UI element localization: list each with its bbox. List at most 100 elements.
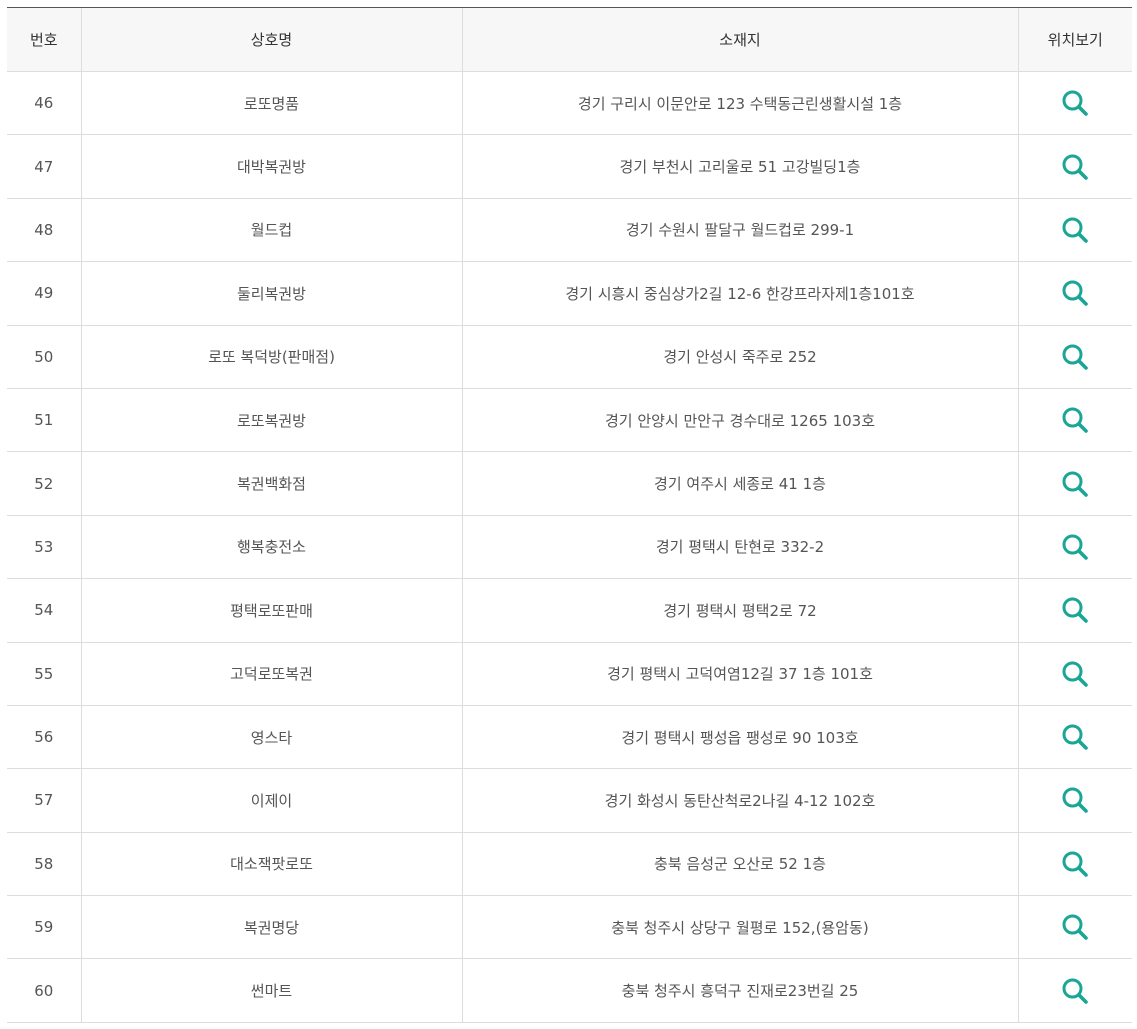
row-number: 58: [7, 832, 81, 897]
table-row: 48 월드컵 경기 수원시 팔달구 월드컵로 299-1: [7, 198, 1132, 263]
search-icon: [1062, 914, 1089, 941]
row-address: 경기 안성시 죽주로 252: [461, 325, 1018, 389]
location-view-button[interactable]: [1061, 216, 1089, 244]
row-store-name: 이제이: [80, 768, 462, 833]
row-store-name: 월드컵: [80, 198, 462, 263]
row-address: 경기 부천시 고리울로 51 고강빌딩1층: [461, 134, 1018, 199]
location-view-button[interactable]: [1061, 786, 1089, 814]
row-location-cell: [1017, 388, 1132, 453]
store-table: 번호 상호명 소재지 위치보기 46 로또명품 경기 구리시 이문안로 123 …: [7, 7, 1132, 1023]
table-row: 60 썬마트 충북 청주시 흥덕구 진재로23번길 25: [7, 958, 1132, 1023]
row-store-name: 영스타: [80, 705, 462, 770]
row-store-name: 썬마트: [80, 958, 462, 1023]
table-row: 54 평택로또판매 경기 평택시 평택2로 72: [7, 578, 1132, 643]
header-number: 번호: [7, 7, 81, 72]
table-row: 52 복권백화점 경기 여주시 세종로 41 1층: [7, 451, 1132, 516]
header-location-view: 위치보기: [1017, 7, 1132, 72]
row-store-name: 대박복권방: [80, 134, 462, 199]
row-address: 경기 구리시 이문안로 123 수택동근린생활시설 1층: [461, 71, 1018, 136]
location-view-button[interactable]: [1061, 977, 1089, 1005]
location-view-button[interactable]: [1061, 406, 1089, 434]
location-view-button[interactable]: [1061, 470, 1089, 498]
row-location-cell: [1017, 134, 1132, 199]
location-view-button[interactable]: [1061, 850, 1089, 878]
row-address: 경기 시흥시 중심상가2길 12-6 한강프라자제1층101호: [461, 261, 1018, 326]
location-view-button[interactable]: [1061, 913, 1089, 941]
search-icon: [1062, 217, 1089, 243]
row-store-name: 고덕로또복권: [80, 642, 462, 706]
search-icon: [1062, 154, 1089, 180]
row-location-cell: [1017, 768, 1132, 833]
location-view-button[interactable]: [1061, 596, 1089, 624]
table-row: 49 둘리복권방 경기 시흥시 중심상가2길 12-6 한강프라자제1층101호: [7, 261, 1132, 326]
row-number: 53: [7, 515, 81, 580]
location-view-button[interactable]: [1061, 343, 1089, 371]
row-number: 49: [7, 261, 81, 326]
table-row: 55 고덕로또복권 경기 평택시 고덕여염12길 37 1층 101호: [7, 642, 1132, 706]
search-icon: [1062, 534, 1089, 560]
row-number: 51: [7, 388, 81, 453]
search-icon: [1062, 851, 1089, 877]
search-icon: [1062, 661, 1089, 687]
row-location-cell: [1017, 261, 1132, 326]
row-address: 충북 청주시 흥덕구 진재로23번길 25: [461, 958, 1018, 1023]
table-row: 53 행복충전소 경기 평택시 탄현로 332-2: [7, 515, 1132, 580]
header-row: 번호 상호명 소재지 위치보기: [7, 7, 1132, 72]
row-store-name: 로또 복덕방(판매점): [80, 325, 462, 389]
row-location-cell: [1017, 451, 1132, 516]
row-number: 57: [7, 768, 81, 833]
row-address: 충북 청주시 상당구 월평로 152,(용암동): [461, 895, 1018, 960]
search-icon: [1062, 597, 1089, 624]
row-store-name: 복권명당: [80, 895, 462, 960]
table-row: 47 대박복권방 경기 부천시 고리울로 51 고강빌딩1층: [7, 134, 1132, 199]
header-address: 소재지: [461, 7, 1018, 72]
row-number: 54: [7, 578, 81, 643]
table-row: 50 로또 복덕방(판매점) 경기 안성시 죽주로 252: [7, 325, 1132, 389]
row-location-cell: [1017, 642, 1132, 706]
row-location-cell: [1017, 515, 1132, 580]
row-number: 56: [7, 705, 81, 770]
table-row: 58 대소잭팟로또 충북 음성군 오산로 52 1층: [7, 832, 1132, 897]
row-store-name: 둘리복권방: [80, 261, 462, 326]
row-number: 46: [7, 71, 81, 136]
table-row: 56 영스타 경기 평택시 팽성읍 팽성로 90 103호: [7, 705, 1132, 770]
row-location-cell: [1017, 578, 1132, 643]
search-icon: [1062, 90, 1089, 116]
location-view-button[interactable]: [1061, 660, 1089, 688]
row-number: 52: [7, 451, 81, 516]
location-view-button[interactable]: [1061, 153, 1089, 181]
location-view-button[interactable]: [1061, 279, 1089, 307]
row-store-name: 대소잭팟로또: [80, 832, 462, 897]
search-icon: [1062, 978, 1089, 1004]
row-store-name: 행복충전소: [80, 515, 462, 580]
row-store-name: 로또명품: [80, 71, 462, 136]
row-address: 경기 평택시 평택2로 72: [461, 578, 1018, 643]
table-row: 46 로또명품 경기 구리시 이문안로 123 수택동근린생활시설 1층: [7, 71, 1132, 136]
row-store-name: 평택로또판매: [80, 578, 462, 643]
table-row: 59 복권명당 충북 청주시 상당구 월평로 152,(용암동): [7, 895, 1132, 960]
row-number: 50: [7, 325, 81, 389]
row-location-cell: [1017, 705, 1132, 770]
search-icon: [1062, 724, 1089, 750]
row-number: 48: [7, 198, 81, 263]
row-number: 55: [7, 642, 81, 706]
row-number: 47: [7, 134, 81, 199]
row-store-name: 로또복권방: [80, 388, 462, 453]
row-address: 충북 음성군 오산로 52 1층: [461, 832, 1018, 897]
row-location-cell: [1017, 832, 1132, 897]
search-icon: [1062, 280, 1089, 307]
row-location-cell: [1017, 895, 1132, 960]
row-address: 경기 평택시 탄현로 332-2: [461, 515, 1018, 580]
table-row: 51 로또복권방 경기 안양시 만안구 경수대로 1265 103호: [7, 388, 1132, 453]
location-view-button[interactable]: [1061, 89, 1089, 117]
location-view-button[interactable]: [1061, 723, 1089, 751]
search-icon: [1062, 471, 1089, 497]
row-location-cell: [1017, 198, 1132, 263]
row-address: 경기 평택시 고덕여염12길 37 1층 101호: [461, 642, 1018, 706]
location-view-button[interactable]: [1061, 533, 1089, 561]
store-table-container: 번호 상호명 소재지 위치보기 46 로또명품 경기 구리시 이문안로 123 …: [7, 7, 1132, 1023]
row-address: 경기 평택시 팽성읍 팽성로 90 103호: [461, 705, 1018, 770]
table-header: 번호 상호명 소재지 위치보기: [7, 7, 1132, 72]
search-icon: [1062, 787, 1089, 814]
row-address: 경기 수원시 팔달구 월드컵로 299-1: [461, 198, 1018, 263]
